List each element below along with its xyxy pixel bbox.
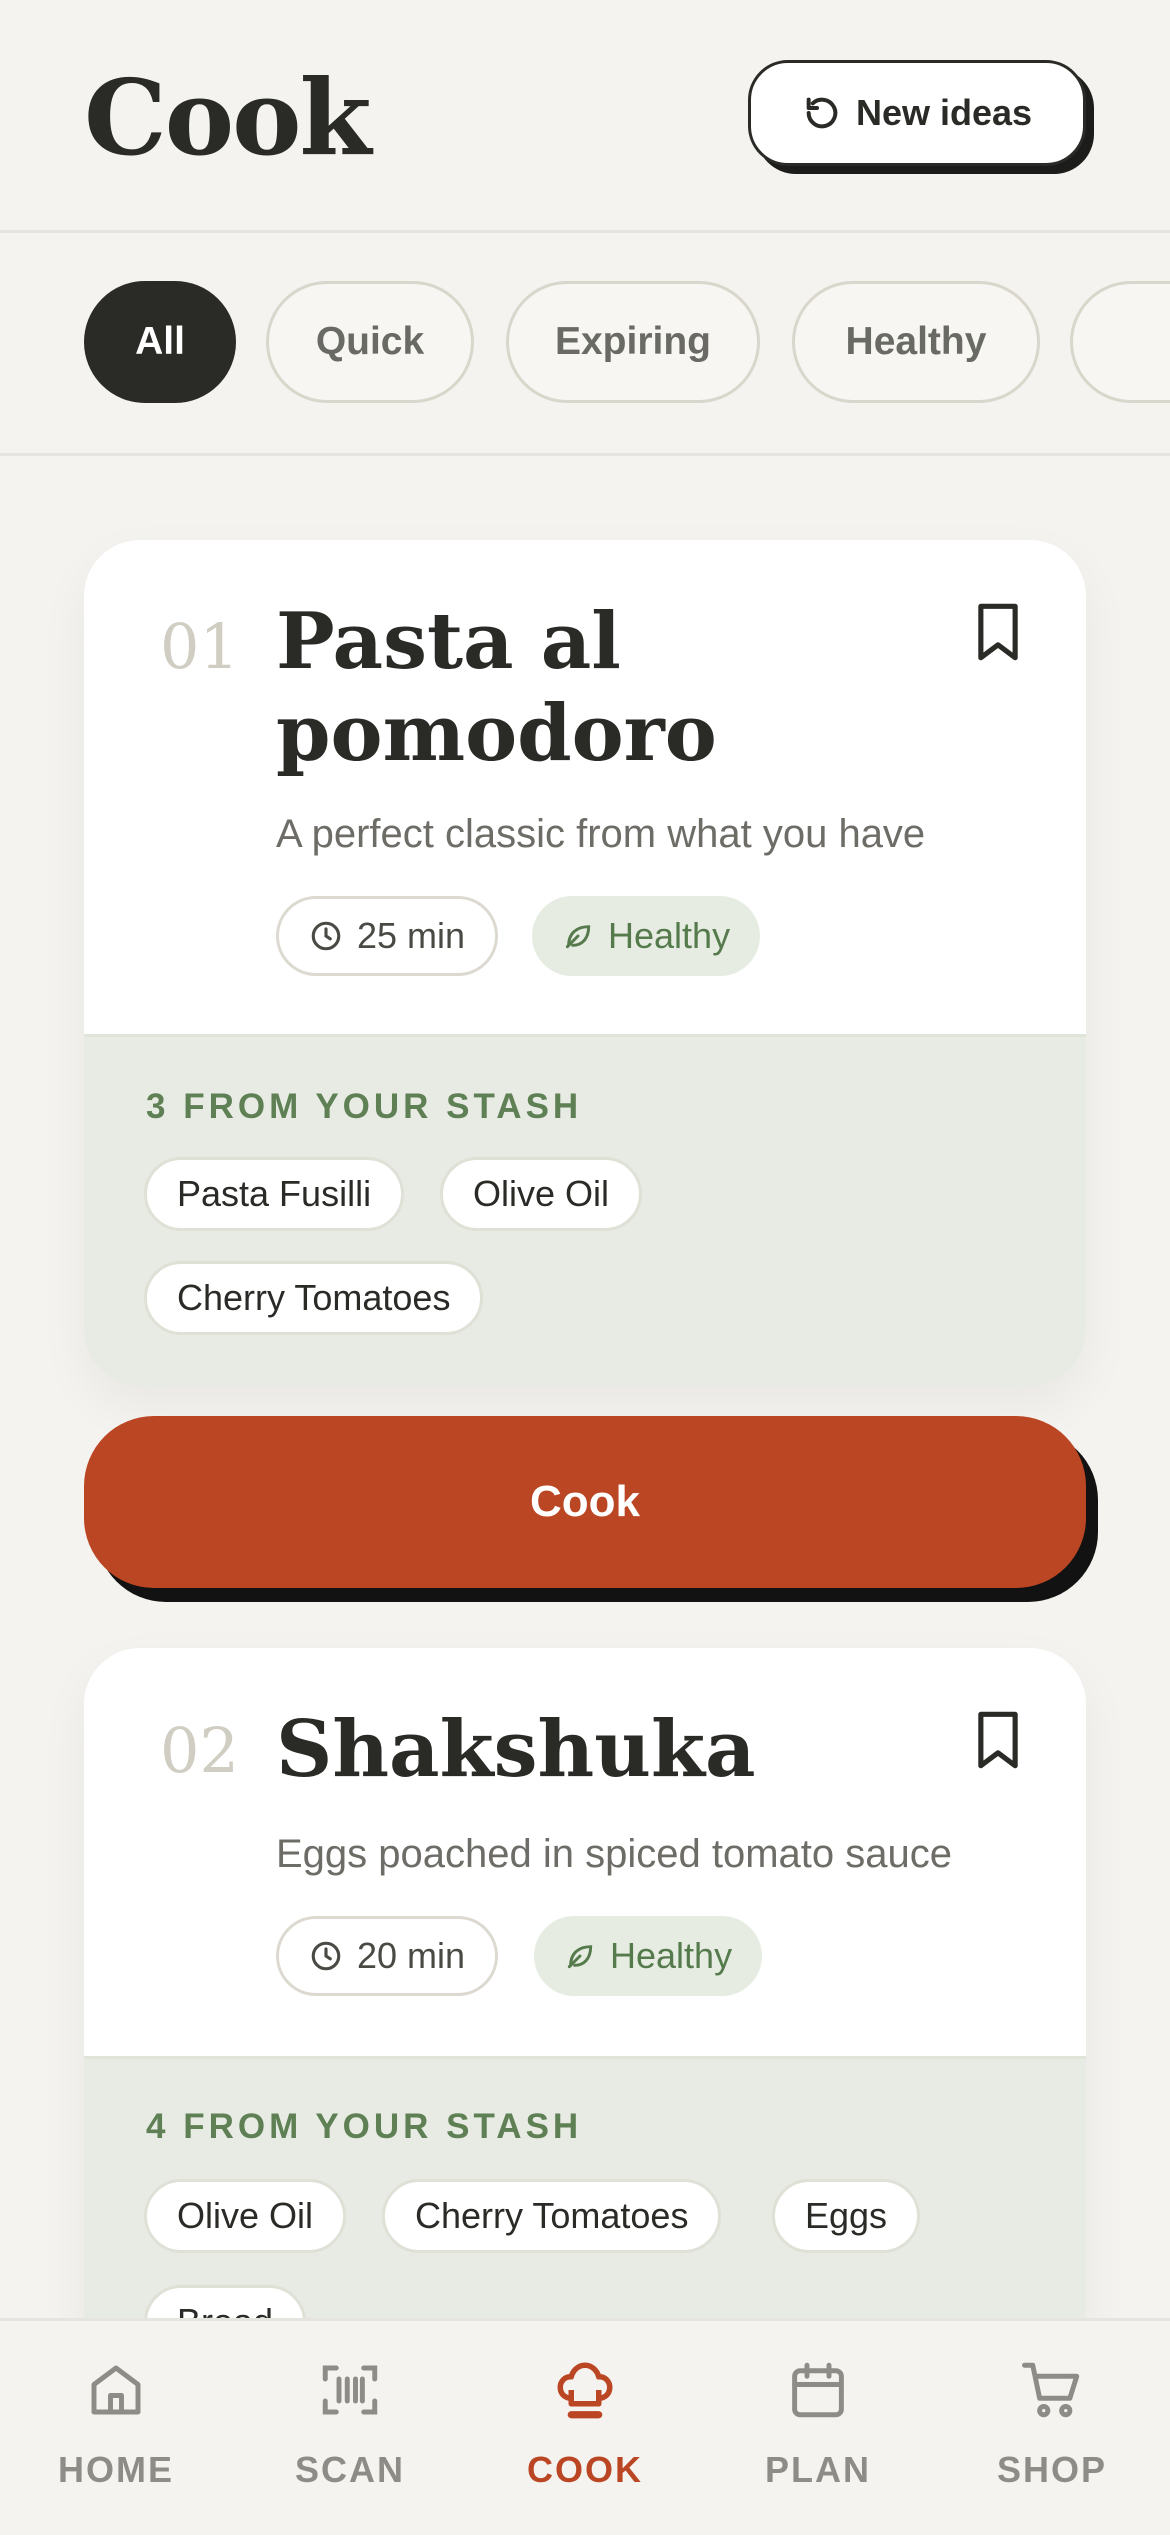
leaf-icon: [567, 1945, 593, 1969]
recipe-description: A perfect classic from what you have: [276, 812, 926, 856]
filter-chip-expiring[interactable]: Expiring: [506, 281, 760, 403]
nav-plan[interactable]: PLAN: [718, 2357, 918, 2491]
time-badge: 20 min: [276, 1916, 499, 1996]
clock-icon: [311, 921, 341, 951]
nav-label: COOK: [527, 2449, 643, 2490]
cook-button[interactable]: Cook: [84, 1416, 1086, 1588]
nav-label: PLAN: [765, 2449, 871, 2490]
recipe-number: 02: [160, 1714, 239, 1787]
filter-chip-quick[interactable]: Quick: [266, 281, 474, 403]
ingredient-chip: Cherry Tomatoes: [144, 1261, 484, 1335]
filter-chip-all[interactable]: All: [84, 281, 236, 403]
ingredient-chip: Eggs: [772, 2179, 921, 2253]
header: Cook New ideas: [0, 0, 1170, 233]
refresh-icon: [806, 97, 838, 129]
ingredient-chip: Cherry Tomatoes: [382, 2179, 722, 2253]
stash-title: 3 FROM YOUR STASH: [146, 1087, 583, 1126]
page-title: Cook: [84, 56, 372, 179]
healthy-badge: Healthy: [534, 1916, 763, 1996]
time-badge: 25 min: [276, 896, 499, 976]
bookmark-icon[interactable]: [972, 1710, 1024, 1770]
nav-shop[interactable]: SHOP: [952, 2357, 1152, 2491]
new-ideas-button[interactable]: New ideas: [748, 60, 1086, 166]
ingredient-chip: Olive Oil: [144, 2179, 347, 2253]
cart-icon: [1022, 2362, 1080, 2418]
healthy-badge: Healthy: [532, 896, 761, 976]
healthy-label: Healthy: [608, 915, 731, 956]
recipe-card[interactable]: 02 Shakshuka Eggs poached in spiced toma…: [84, 1648, 1086, 2428]
bottom-nav: HOME SCAN COOK PLAN SHOP: [0, 2318, 1170, 2535]
nav-home[interactable]: HOME: [16, 2357, 216, 2491]
time-label: 25 min: [357, 915, 466, 956]
recipe-title: Shakshuka: [276, 1704, 756, 1795]
chef-hat-icon: [557, 2362, 613, 2419]
filter-chip-more[interactable]: [1070, 281, 1170, 403]
recipe-title-line-2: pomodoro: [276, 688, 717, 779]
bookmark-icon[interactable]: [972, 602, 1024, 662]
stash-title: 4 FROM YOUR STASH: [146, 2107, 583, 2146]
filter-bar: All Quick Expiring Healthy: [0, 233, 1170, 456]
nav-scan[interactable]: SCAN: [250, 2357, 450, 2491]
nav-label: SCAN: [294, 2449, 405, 2490]
recipe-card[interactable]: 01 Pasta al pomodoro A perfect classic f…: [84, 540, 1086, 1386]
filter-chip-healthy[interactable]: Healthy: [792, 281, 1040, 403]
clock-icon: [311, 1941, 341, 1971]
ingredient-chip: Olive Oil: [440, 1157, 643, 1231]
calendar-icon: [792, 2362, 844, 2418]
stash-section: 3 FROM YOUR STASH Pasta Fusilli Olive Oi…: [84, 1034, 1086, 1386]
barcode-scan-icon: [322, 2365, 378, 2415]
recipe-description: Eggs poached in spiced tomato sauce: [276, 1832, 952, 1876]
leaf-icon: [565, 925, 591, 949]
nav-cook[interactable]: COOK: [485, 2357, 685, 2491]
recipe-number: 01: [160, 610, 239, 683]
recipe-title-line-1: Pasta al: [276, 596, 621, 687]
recipe-title: Pasta al pomodoro: [276, 596, 717, 780]
new-ideas-label: New ideas: [855, 92, 1033, 133]
nav-label: HOME: [58, 2449, 174, 2490]
healthy-label: Healthy: [610, 1935, 733, 1976]
ingredient-chip: Pasta Fusilli: [144, 1157, 405, 1231]
home-icon: [91, 2365, 141, 2415]
time-label: 20 min: [357, 1935, 466, 1976]
nav-label: SHOP: [996, 2449, 1108, 2490]
